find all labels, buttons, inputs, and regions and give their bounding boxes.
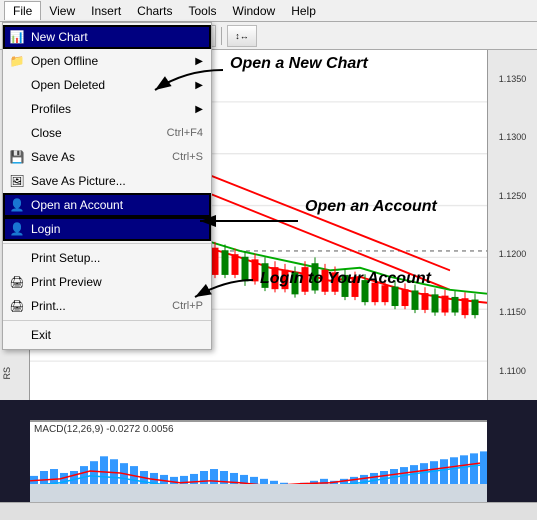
menu-help[interactable]: Help	[283, 2, 324, 20]
new-chart-label: New Chart	[31, 30, 88, 44]
folder-icon: 📁	[7, 54, 27, 68]
print-shortcut: Ctrl+P	[172, 300, 203, 312]
menu-exit[interactable]: Exit	[3, 323, 211, 347]
tab-bar	[30, 484, 487, 502]
menu-print-setup[interactable]: Print Setup...	[3, 246, 211, 270]
open-account-label: Open an Account	[31, 198, 123, 212]
menu-view[interactable]: View	[41, 2, 83, 20]
menu-close[interactable]: Close Ctrl+F4	[3, 121, 211, 145]
print-label: Print...	[31, 299, 66, 313]
menu-open-offline[interactable]: 📁 Open Offline ▶	[3, 49, 211, 73]
menu-save-as[interactable]: 💾 Save As Ctrl+S	[3, 145, 211, 169]
menu-profiles[interactable]: Profiles ▶	[3, 97, 211, 121]
menu-print-preview[interactable]: 🖨 Print Preview	[3, 270, 211, 294]
arrow-icon-3: ▶	[195, 104, 203, 115]
save-icon: 💾	[7, 150, 27, 164]
zoom-btn[interactable]: ↕↔	[227, 25, 257, 47]
right-axis: 1.1350 1.1300 1.1250 1.1200 1.1150 1.110…	[487, 50, 537, 400]
menu-open-deleted[interactable]: Open Deleted ▶	[3, 73, 211, 97]
menu-file[interactable]: File	[4, 1, 41, 20]
print-preview-label: Print Preview	[31, 275, 102, 289]
menu-insert[interactable]: Insert	[83, 2, 129, 20]
login-label: Login	[31, 222, 60, 236]
menu-save-as-picture[interactable]: 🖼 Save As Picture...	[3, 169, 211, 193]
exit-label: Exit	[31, 328, 51, 342]
separator-1	[3, 243, 211, 244]
save-as-label: Save As	[31, 150, 75, 164]
arrow-icon: ▶	[195, 56, 203, 67]
menu-new-chart[interactable]: 📊 New Chart	[3, 25, 211, 49]
login-icon: 👤	[7, 222, 27, 236]
menubar: File View Insert Charts Tools Window Hel…	[0, 0, 537, 22]
menu-window[interactable]: Window	[225, 2, 284, 20]
close-shortcut: Ctrl+F4	[167, 127, 203, 139]
menu-tools[interactable]: Tools	[181, 2, 225, 20]
arrow-icon-2: ▶	[195, 80, 203, 91]
save-as-picture-label: Save As Picture...	[31, 174, 126, 188]
status-bar	[0, 502, 537, 520]
print-icon: 🖨	[7, 299, 27, 313]
menu-print[interactable]: 🖨 Print... Ctrl+P	[3, 294, 211, 318]
close-label: Close	[31, 126, 62, 140]
open-deleted-label: Open Deleted	[31, 78, 105, 92]
separator-2	[3, 320, 211, 321]
toolbar-sep-3	[221, 27, 222, 45]
menu-login[interactable]: 👤 Login	[3, 217, 211, 241]
account-icon: 👤	[7, 198, 27, 212]
file-dropdown-menu: 📊 New Chart 📁 Open Offline ▶ Open Delete…	[2, 22, 212, 350]
preview-icon: 🖨	[7, 275, 27, 289]
rs-label: RS	[2, 367, 12, 380]
new-chart-icon: 📊	[7, 30, 27, 44]
open-offline-label: Open Offline	[31, 54, 98, 68]
save-shortcut: Ctrl+S	[172, 151, 203, 163]
picture-icon: 🖼	[7, 174, 27, 188]
menu-open-account[interactable]: 👤 Open an Account	[3, 193, 211, 217]
menu-charts[interactable]: Charts	[129, 2, 180, 20]
macd-label: MACD(12,26,9) -0.0272 0.0056	[34, 424, 174, 435]
print-setup-label: Print Setup...	[31, 251, 100, 265]
profiles-label: Profiles	[31, 102, 71, 116]
